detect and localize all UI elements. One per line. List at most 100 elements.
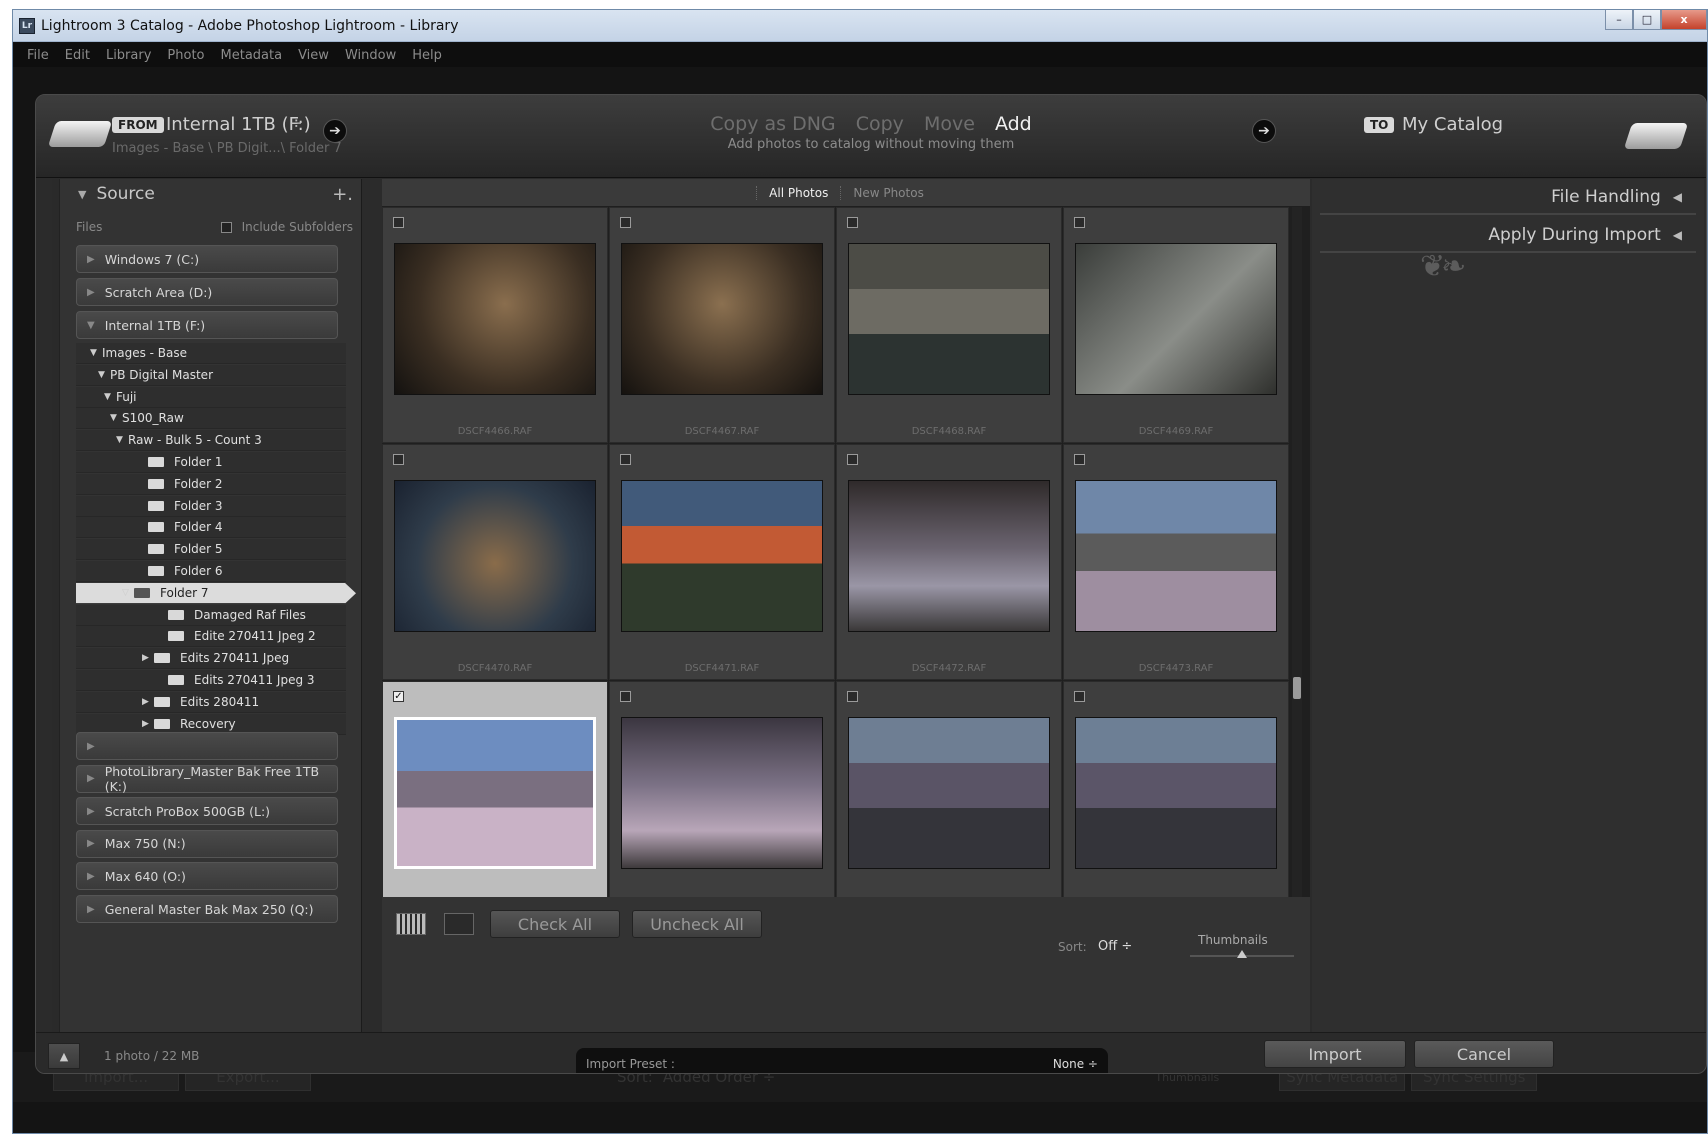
collapse-up-button[interactable]: ▲	[48, 1043, 80, 1069]
add-source-icon[interactable]: +.	[332, 184, 353, 205]
disclosure-triangle-icon[interactable]: ▶	[142, 653, 154, 663]
photo-checkbox[interactable]	[847, 454, 858, 465]
expand-arrow-icon[interactable]: ◀	[1673, 190, 1682, 204]
folder-tree-item[interactable]: ▼ Raw - Bulk 5 - Count 3	[76, 430, 346, 452]
include-subfolders-checkbox[interactable]	[220, 221, 232, 233]
disclosure-triangle-icon[interactable]: ▼	[87, 320, 95, 331]
menu-metadata[interactable]: Metadata	[221, 48, 283, 63]
expand-arrow-icon[interactable]: ◀	[1673, 228, 1682, 242]
photo-cell[interactable]: DSCF4472.RAF	[836, 444, 1062, 680]
folder-tree-item[interactable]: Damaged Raf Files	[76, 604, 346, 626]
apply-during-import-header[interactable]: Apply During Import ◀	[1320, 219, 1696, 253]
maximize-button[interactable]: □	[1633, 10, 1661, 30]
photo-checkbox[interactable]	[620, 454, 631, 465]
photo-checkbox[interactable]	[847, 217, 858, 228]
photo-checkbox[interactable]	[1074, 691, 1085, 702]
photo-thumbnail[interactable]	[394, 243, 596, 395]
uncheck-all-button[interactable]: Uncheck All	[632, 910, 762, 938]
destination-name[interactable]: My Catalog	[1402, 114, 1503, 135]
folder-tree-item[interactable]: Folder 5	[76, 539, 346, 561]
photo-checkbox[interactable]	[393, 217, 404, 228]
disclosure-triangle-icon[interactable]: ▶	[87, 254, 95, 265]
minimize-button[interactable]: –	[1605, 10, 1633, 30]
photo-cell[interactable]: DSCF4471.RAF	[609, 444, 835, 680]
volume-item[interactable]: ▼ Internal 1TB (F:)	[76, 311, 338, 339]
folder-tree-item[interactable]: Folder 2	[76, 473, 346, 495]
mode-add[interactable]: Add	[995, 113, 1032, 135]
disclosure-triangle-icon[interactable]: ▼	[90, 348, 102, 358]
photo-cell[interactable]: DSCF4466.RAF	[382, 207, 608, 443]
menu-edit[interactable]: Edit	[65, 48, 90, 63]
disclosure-triangle-icon[interactable]: ▼	[110, 413, 122, 423]
cancel-button[interactable]: Cancel	[1414, 1040, 1554, 1068]
folder-tree-item[interactable]: ▼ Images - Base	[76, 343, 346, 364]
source-panel-header[interactable]: ▼ Source +.	[68, 179, 361, 209]
folder-tree-item[interactable]: ▼ PB Digital Master	[76, 364, 346, 386]
mode-copy-as-dng[interactable]: Copy as DNG	[710, 113, 835, 135]
folder-tree-item[interactable]: Folder 6	[76, 561, 346, 582]
file-handling-header[interactable]: File Handling ◀	[1320, 181, 1696, 215]
scrollbar-thumb[interactable]	[1293, 677, 1301, 699]
volume-item[interactable]: ▶ Max 640 (O:)	[76, 862, 338, 891]
folder-tree-item[interactable]: Folder 3	[76, 495, 346, 517]
disclosure-triangle-icon[interactable]: ▶	[142, 697, 154, 707]
disclosure-triangle-icon[interactable]: ▶	[87, 287, 95, 298]
photo-cell[interactable]: DSCF4468.RAF	[836, 207, 1062, 443]
menu-library[interactable]: Library	[106, 48, 151, 63]
disclosure-triangle-icon[interactable]: ▼	[104, 392, 116, 402]
include-subfolders-label[interactable]: Include Subfolders	[242, 220, 353, 234]
photo-cell[interactable]: DSCF4470.RAF	[382, 444, 608, 680]
folder-tree-item[interactable]: Folder 4	[76, 517, 346, 539]
disclosure-triangle-icon[interactable]: ▶	[87, 806, 95, 817]
disclosure-triangle-icon[interactable]: ▶	[87, 773, 95, 784]
photo-cell[interactable]	[836, 681, 1062, 917]
volume-item[interactable]: ▶ Windows 7 (C:)	[76, 245, 338, 273]
photo-checkbox[interactable]	[393, 454, 404, 465]
folder-tree-item[interactable]: ▽ Folder 7	[76, 582, 356, 604]
photo-thumbnail[interactable]	[394, 480, 596, 632]
mode-copy[interactable]: Copy	[856, 113, 904, 135]
photo-checkbox[interactable]	[1074, 454, 1085, 465]
volume-item[interactable]: ▶	[76, 732, 338, 760]
menu-window[interactable]: Window	[345, 48, 396, 63]
folder-tree-item[interactable]: ▶ Edits 270411 Jpeg	[76, 648, 346, 670]
check-all-button[interactable]: Check All	[490, 910, 620, 938]
loupe-view-icon[interactable]	[444, 913, 474, 935]
grid-view-icon[interactable]	[396, 913, 426, 935]
photo-checkbox[interactable]	[620, 691, 631, 702]
import-preset-dropdown[interactable]: None ÷	[1053, 1057, 1098, 1071]
photo-checkbox[interactable]	[847, 691, 858, 702]
grid-scrollbar[interactable]	[1292, 207, 1302, 897]
photo-cell[interactable]	[1063, 681, 1289, 917]
photo-thumbnail[interactable]	[621, 717, 823, 869]
photo-cell[interactable]: DSCF4469.RAF	[1063, 207, 1289, 443]
folder-tree-item[interactable]: ▼ S100_Raw	[76, 408, 346, 430]
photo-thumbnail[interactable]	[1075, 243, 1277, 395]
volume-item[interactable]: ▶ Max 750 (N:)	[76, 829, 338, 858]
folder-tree-item[interactable]: Edits 270411 Jpeg 3	[76, 670, 346, 691]
volume-item[interactable]: ▶ General Master Bak Max 250 (Q:)	[76, 895, 338, 923]
menu-file[interactable]: File	[27, 48, 49, 63]
disclosure-triangle-icon[interactable]: ▶	[87, 838, 95, 849]
close-button[interactable]: x	[1661, 10, 1707, 30]
disclosure-triangle-icon[interactable]: ▶	[87, 871, 95, 882]
disclosure-triangle-icon[interactable]: ▶	[87, 741, 95, 752]
import-button[interactable]: Import	[1264, 1040, 1406, 1068]
photo-thumbnail[interactable]	[621, 480, 823, 632]
photo-checkbox[interactable]	[620, 217, 631, 228]
folder-tree-item[interactable]: Folder 1	[76, 452, 346, 473]
photo-thumbnail[interactable]	[1075, 480, 1277, 632]
volume-item[interactable]: ▶ PhotoLibrary_Master Bak Free 1TB (K:)	[76, 764, 338, 794]
photo-thumbnail[interactable]	[621, 243, 823, 395]
disclosure-triangle-icon[interactable]: ▼	[98, 370, 110, 380]
volume-item[interactable]: ▶ Scratch ProBox 500GB (L:)	[76, 797, 338, 826]
menu-photo[interactable]: Photo	[167, 48, 204, 63]
sort-dropdown[interactable]: Off ÷	[1098, 939, 1132, 954]
mode-move[interactable]: Move	[924, 113, 975, 135]
volume-item[interactable]: ▶ Scratch Area (D:)	[76, 278, 338, 306]
folder-tree-item[interactable]: Edite 270411 Jpeg 2	[76, 626, 346, 648]
disclosure-triangle-icon[interactable]: ▽	[122, 588, 134, 598]
menu-view[interactable]: View	[298, 48, 329, 63]
photo-cell[interactable]: DSCF4467.RAF	[609, 207, 835, 443]
photo-thumbnail[interactable]	[848, 243, 1050, 395]
